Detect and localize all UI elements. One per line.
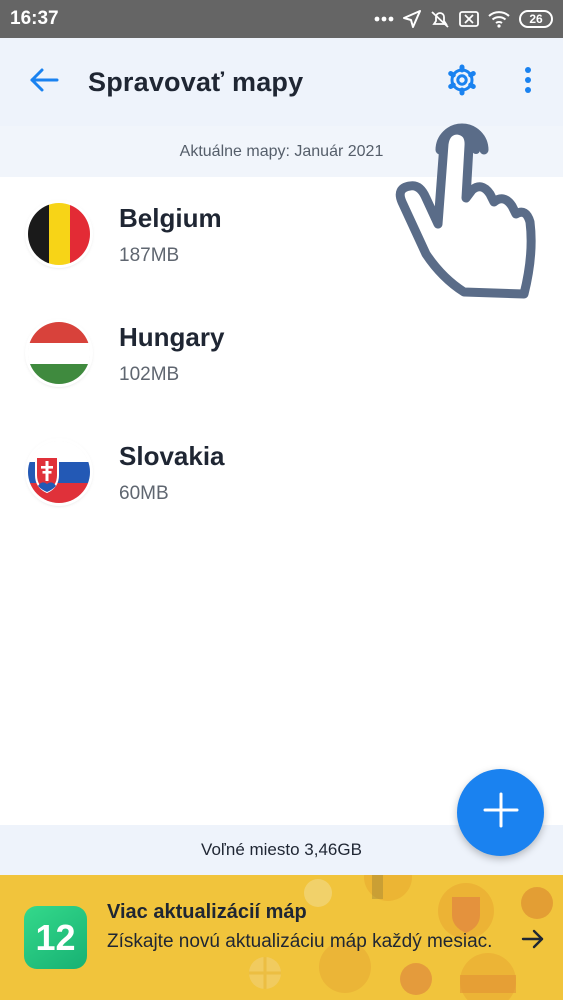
settings-button[interactable] — [436, 56, 488, 108]
back-button[interactable] — [0, 38, 88, 126]
wifi-icon — [488, 10, 510, 28]
app-bar: Spravovať mapy — [0, 38, 563, 126]
sim-blocked-icon — [459, 11, 479, 27]
maps-version-info: Aktuálne mapy: Január 2021 — [0, 126, 563, 177]
map-item-belgium[interactable]: Belgium 187MB — [0, 177, 563, 295]
slovakia-flag-icon — [28, 441, 90, 503]
map-size: 187MB — [119, 245, 180, 266]
belgium-flag-icon — [28, 203, 90, 265]
status-icons: 26 — [374, 9, 553, 29]
battery-indicator: 26 — [519, 10, 553, 28]
hungary-flag-icon — [28, 322, 90, 384]
gear-icon — [445, 63, 479, 102]
promo-text: Získajte novú aktualizáciu máp každý mes… — [107, 931, 493, 952]
monthly-updates-badge: 12 — [24, 906, 87, 969]
map-size: 102MB — [119, 364, 180, 385]
more-options-button[interactable] — [506, 56, 550, 108]
muted-bell-icon — [430, 9, 450, 29]
promo-banner[interactable]: 12 Viac aktualizácií máp Získajte novú a… — [0, 875, 563, 1000]
map-size: 60MB — [119, 483, 169, 504]
more-notifications-icon — [374, 16, 394, 22]
promo-title: Viac aktualizácií máp — [107, 901, 307, 923]
add-map-button[interactable] — [457, 769, 544, 856]
map-item-hungary[interactable]: Hungary 102MB — [0, 296, 563, 414]
plus-icon — [482, 791, 520, 834]
map-country-name: Belgium — [119, 203, 222, 233]
location-icon — [403, 10, 421, 28]
status-time: 16:37 — [10, 8, 59, 29]
map-item-slovakia[interactable]: Slovakia 60MB — [0, 415, 563, 533]
map-country-name: Slovakia — [119, 441, 225, 471]
status-bar: 16:37 26 — [0, 0, 563, 38]
more-vertical-icon — [524, 66, 532, 99]
arrow-left-icon — [29, 67, 59, 98]
map-country-name: Hungary — [119, 322, 225, 352]
arrow-right-icon — [517, 923, 549, 955]
page-title: Spravovať mapy — [88, 66, 304, 97]
